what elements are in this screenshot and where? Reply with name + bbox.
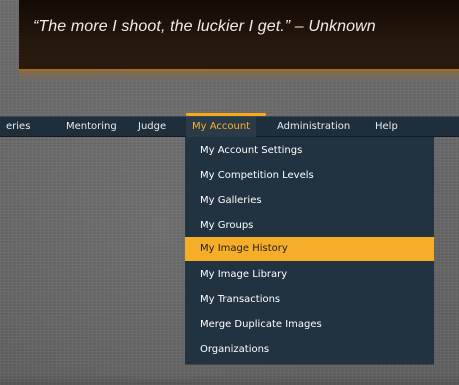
- nav-item-my-account[interactable]: My Account: [186, 117, 257, 137]
- top-navigation: eries Mentoring Judge My Account Adminis…: [0, 116, 459, 137]
- menu-item-my-groups[interactable]: My Groups: [185, 214, 434, 238]
- my-account-dropdown: My Account Settings My Competition Level…: [185, 137, 434, 364]
- banner-underlay: [19, 71, 459, 81]
- menu-item-organizations[interactable]: Organizations: [185, 338, 434, 362]
- bottom-shadow: [0, 375, 459, 385]
- nav-item-mentoring[interactable]: Mentoring: [60, 117, 123, 137]
- menu-item-my-galleries[interactable]: My Galleries: [185, 189, 434, 213]
- menu-item-my-competition-levels[interactable]: My Competition Levels: [185, 164, 434, 188]
- nav-item-help[interactable]: Help: [369, 117, 404, 137]
- nav-item-judge[interactable]: Judge: [132, 117, 172, 137]
- menu-item-my-image-history[interactable]: My Image History: [185, 237, 434, 261]
- menu-item-merge-duplicate-images[interactable]: Merge Duplicate Images: [185, 313, 434, 337]
- menu-item-my-image-library[interactable]: My Image Library: [185, 263, 434, 287]
- nav-item-administration[interactable]: Administration: [271, 117, 356, 137]
- nav-item-galleries[interactable]: eries: [0, 117, 36, 137]
- quote-text: “The more I shoot, the luckier I get.” –…: [33, 18, 376, 35]
- quote-banner: “The more I shoot, the luckier I get.” –…: [19, 0, 459, 71]
- menu-item-my-account-settings[interactable]: My Account Settings: [185, 139, 434, 163]
- menu-item-my-transactions[interactable]: My Transactions: [185, 288, 434, 312]
